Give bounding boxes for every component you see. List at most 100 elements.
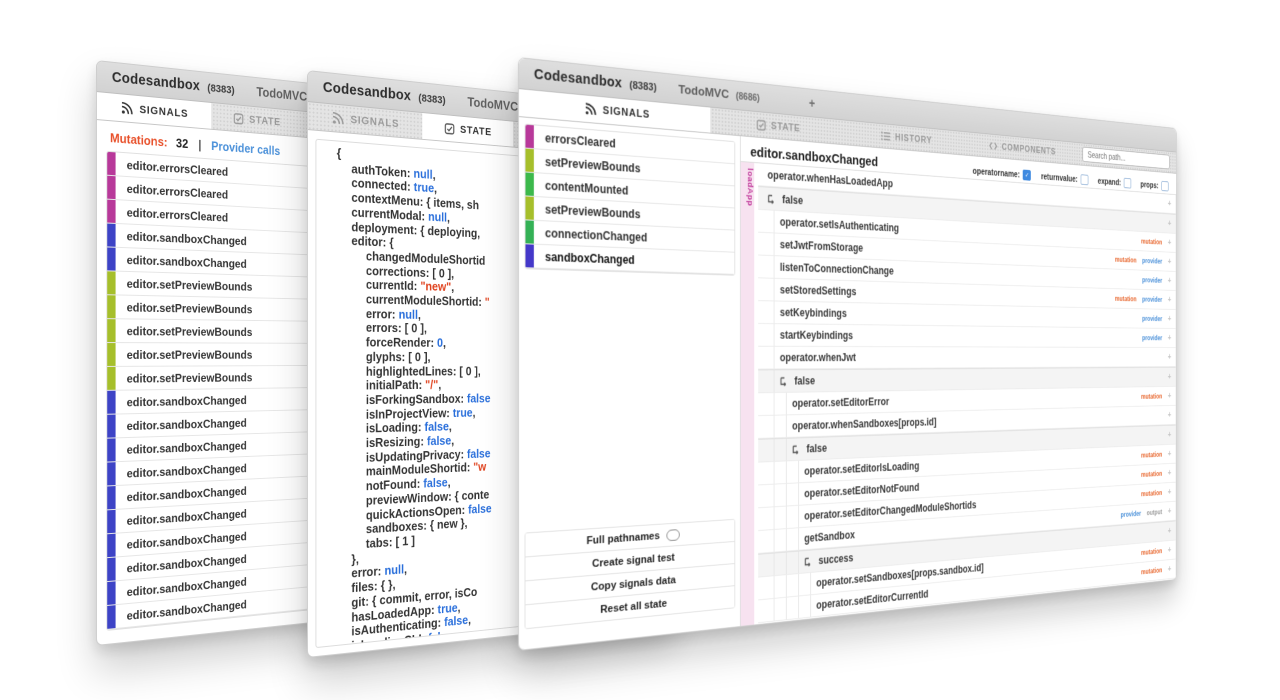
option-checkbox[interactable]	[1161, 181, 1168, 192]
signal-name: editor.sandboxChanged	[116, 416, 247, 433]
option-label: expand:	[1098, 176, 1121, 187]
expand-plus-icon[interactable]: +	[1168, 526, 1172, 535]
button-label: Reset all state	[600, 598, 667, 616]
state-key: currentId:	[366, 278, 420, 293]
debugger-stage: Codesandbox (8383) TodoMVC (8686) + SIGN…	[0, 0, 1280, 700]
action-name: operator.whenJwt	[780, 351, 856, 364]
window-signal-detail: Codesandbox (8383) TodoMVC (8686) + SIGN…	[518, 57, 1177, 651]
expand-plus-icon[interactable]: +	[1168, 506, 1172, 515]
expand-plus-icon[interactable]: +	[1168, 564, 1172, 574]
rss-icon	[121, 101, 133, 115]
provider-calls-link[interactable]: Provider calls	[211, 139, 280, 158]
provider-badge: provider	[1142, 295, 1162, 303]
expand-plus-icon[interactable]: +	[1168, 295, 1172, 304]
signal-name: editor.setPreviewBounds	[116, 324, 253, 339]
row-badges: mutation+	[1141, 468, 1176, 479]
state-value: false	[428, 629, 452, 645]
state-icon	[233, 112, 243, 124]
loadapp-group-strip[interactable]: loadApp	[741, 162, 754, 626]
row-badges: +	[1168, 219, 1176, 229]
signal-color-bar	[107, 415, 115, 438]
signal-detail-body: errorsClearedsetPreviewBoundscontentMoun…	[519, 117, 1176, 650]
mutation-badge: mutation	[1141, 237, 1162, 246]
expand-plus-icon[interactable]: +	[1168, 257, 1172, 266]
state-key: ,	[434, 182, 437, 196]
action-name: operator.setEditorNotFound	[804, 481, 919, 500]
row-badges: +	[1168, 352, 1176, 361]
branch-path-icon	[792, 444, 801, 454]
flow-action-row[interactable]: startKeybindingsprovider+	[758, 324, 1175, 348]
state-key: initialPath:	[366, 379, 425, 393]
row-badges: +	[1168, 410, 1176, 419]
mutation-badge: mutation	[1141, 450, 1162, 459]
state-string: "/"	[425, 379, 438, 392]
signal-name: setPreviewBounds	[534, 154, 641, 175]
signal-color-bar	[525, 149, 533, 172]
state-string: "	[485, 296, 490, 309]
state-value: false	[468, 502, 492, 516]
app-tab-codesandbox[interactable]: Codesandbox (8383)	[323, 79, 446, 109]
new-app-tab-button[interactable]: +	[809, 96, 815, 111]
expand-plus-icon[interactable]: +	[1168, 449, 1172, 458]
expand-plus-icon[interactable]: +	[1168, 219, 1172, 228]
signal-color-bar	[107, 462, 115, 485]
mutation-badge: mutation	[1141, 489, 1162, 498]
state-value: true	[414, 181, 434, 196]
signal-color-bar	[107, 438, 115, 461]
expand-plus-icon[interactable]: +	[1168, 352, 1172, 361]
action-name: setKeybindings	[780, 306, 847, 320]
expand-plus-icon[interactable]: +	[1168, 314, 1172, 323]
state-value: false	[417, 644, 441, 648]
mutations-label: Mutations:	[110, 131, 168, 149]
expand-plus-icon[interactable]: +	[1168, 372, 1172, 381]
app-tab-codesandbox[interactable]: Codesandbox (8383)	[112, 69, 235, 99]
state-value: false	[467, 447, 491, 461]
signal-color-bar	[107, 271, 115, 294]
expand-plus-icon[interactable]: +	[1168, 468, 1172, 477]
state-key: isResizing:	[366, 435, 427, 450]
branch-path-icon	[767, 194, 776, 205]
expand-plus-icon[interactable]: +	[1168, 410, 1172, 419]
option-checkbox[interactable]	[1081, 174, 1089, 185]
state-key: ,	[433, 168, 436, 182]
state-key: error:	[366, 307, 399, 321]
flow-option-operatorname: operatorname:✓	[973, 165, 1031, 180]
signal-color-bar	[107, 534, 115, 557]
branch-path-label: false	[806, 442, 826, 455]
row-badges: mutation+	[1141, 545, 1176, 557]
app-tab-todomvc[interactable]: TodoMVC (8686)	[678, 81, 759, 106]
state-string: "new"	[420, 280, 451, 294]
action-name: listenToConnectionChange	[780, 261, 894, 277]
expand-plus-icon[interactable]: +	[1168, 487, 1172, 496]
expand-plus-icon[interactable]: +	[1168, 199, 1172, 208]
option-checkbox[interactable]	[1124, 178, 1131, 189]
row-badges: +	[1168, 372, 1176, 381]
full-pathnames-toggle[interactable]	[667, 529, 680, 541]
expand-plus-icon[interactable]: +	[1168, 430, 1172, 439]
state-key: ,	[418, 308, 421, 321]
option-checkbox[interactable]: ✓	[1023, 170, 1031, 181]
components-icon	[989, 141, 997, 151]
action-name: setJwtFromStorage	[780, 238, 863, 254]
signal-color-bar	[107, 486, 115, 509]
expand-plus-icon[interactable]: +	[1168, 276, 1172, 285]
mutation-badge: mutation	[1141, 392, 1162, 400]
row-badges: provideroutput+	[1121, 506, 1176, 519]
expand-plus-icon[interactable]: +	[1168, 391, 1172, 400]
expand-plus-icon[interactable]: +	[1168, 333, 1172, 342]
signal-color-bar	[107, 176, 115, 199]
signal-name: connectionChanged	[534, 225, 647, 244]
signal-name: editor.setPreviewBounds	[116, 348, 253, 362]
state-icon	[444, 122, 454, 134]
state-key: glyphs: [ 0 ],	[366, 350, 431, 364]
state-key: highlightedLines: [ 0 ],	[366, 365, 481, 379]
row-badges: +	[1168, 430, 1176, 439]
expand-plus-icon[interactable]: +	[1168, 545, 1172, 554]
state-key: ,	[442, 644, 445, 648]
flow-action-row[interactable]: operator.whenJwt +	[758, 347, 1175, 370]
row-badges: mutation +	[1141, 449, 1176, 460]
app-tab-codesandbox[interactable]: Codesandbox (8383)	[534, 66, 657, 96]
signal-name: errorsCleared	[534, 130, 616, 150]
signal-color-bar	[107, 558, 115, 582]
expand-plus-icon[interactable]: +	[1168, 238, 1172, 247]
